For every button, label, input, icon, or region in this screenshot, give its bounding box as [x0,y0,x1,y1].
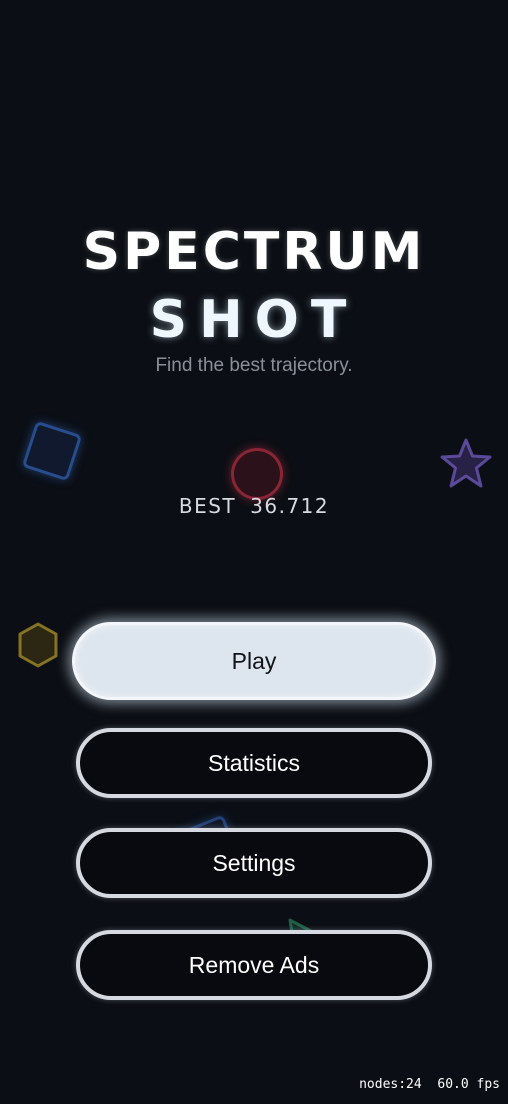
blue-square-decoration [21,420,83,482]
settings-button[interactable]: Settings [76,828,432,898]
red-circle-decoration [231,448,283,500]
purple-star-decoration [440,438,492,488]
game-title-line-2: SHOT [149,290,359,350]
best-score-label: BEST [178,494,237,518]
game-subtitle: Find the best trajectory. [155,355,353,376]
remove-ads-button[interactable]: Remove Ads [76,930,432,1000]
best-score-value: 36.712 [250,494,330,518]
yellow-hexagon-decoration [18,622,58,668]
statistics-button[interactable]: Statistics [76,728,432,798]
node-count-label: nodes:24 [359,1077,422,1092]
fps-label: 60.0 fps [437,1077,500,1092]
play-button[interactable]: Play [72,622,436,700]
debug-stats-overlay: nodes:24 60.0 fps [359,1077,500,1092]
game-title-line-1: SPECTRUM [82,222,426,282]
best-score-display: BEST 36.712 [0,494,508,518]
game-menu-screen: SPECTRUM SHOT Find the best trajectory. … [0,0,508,1104]
